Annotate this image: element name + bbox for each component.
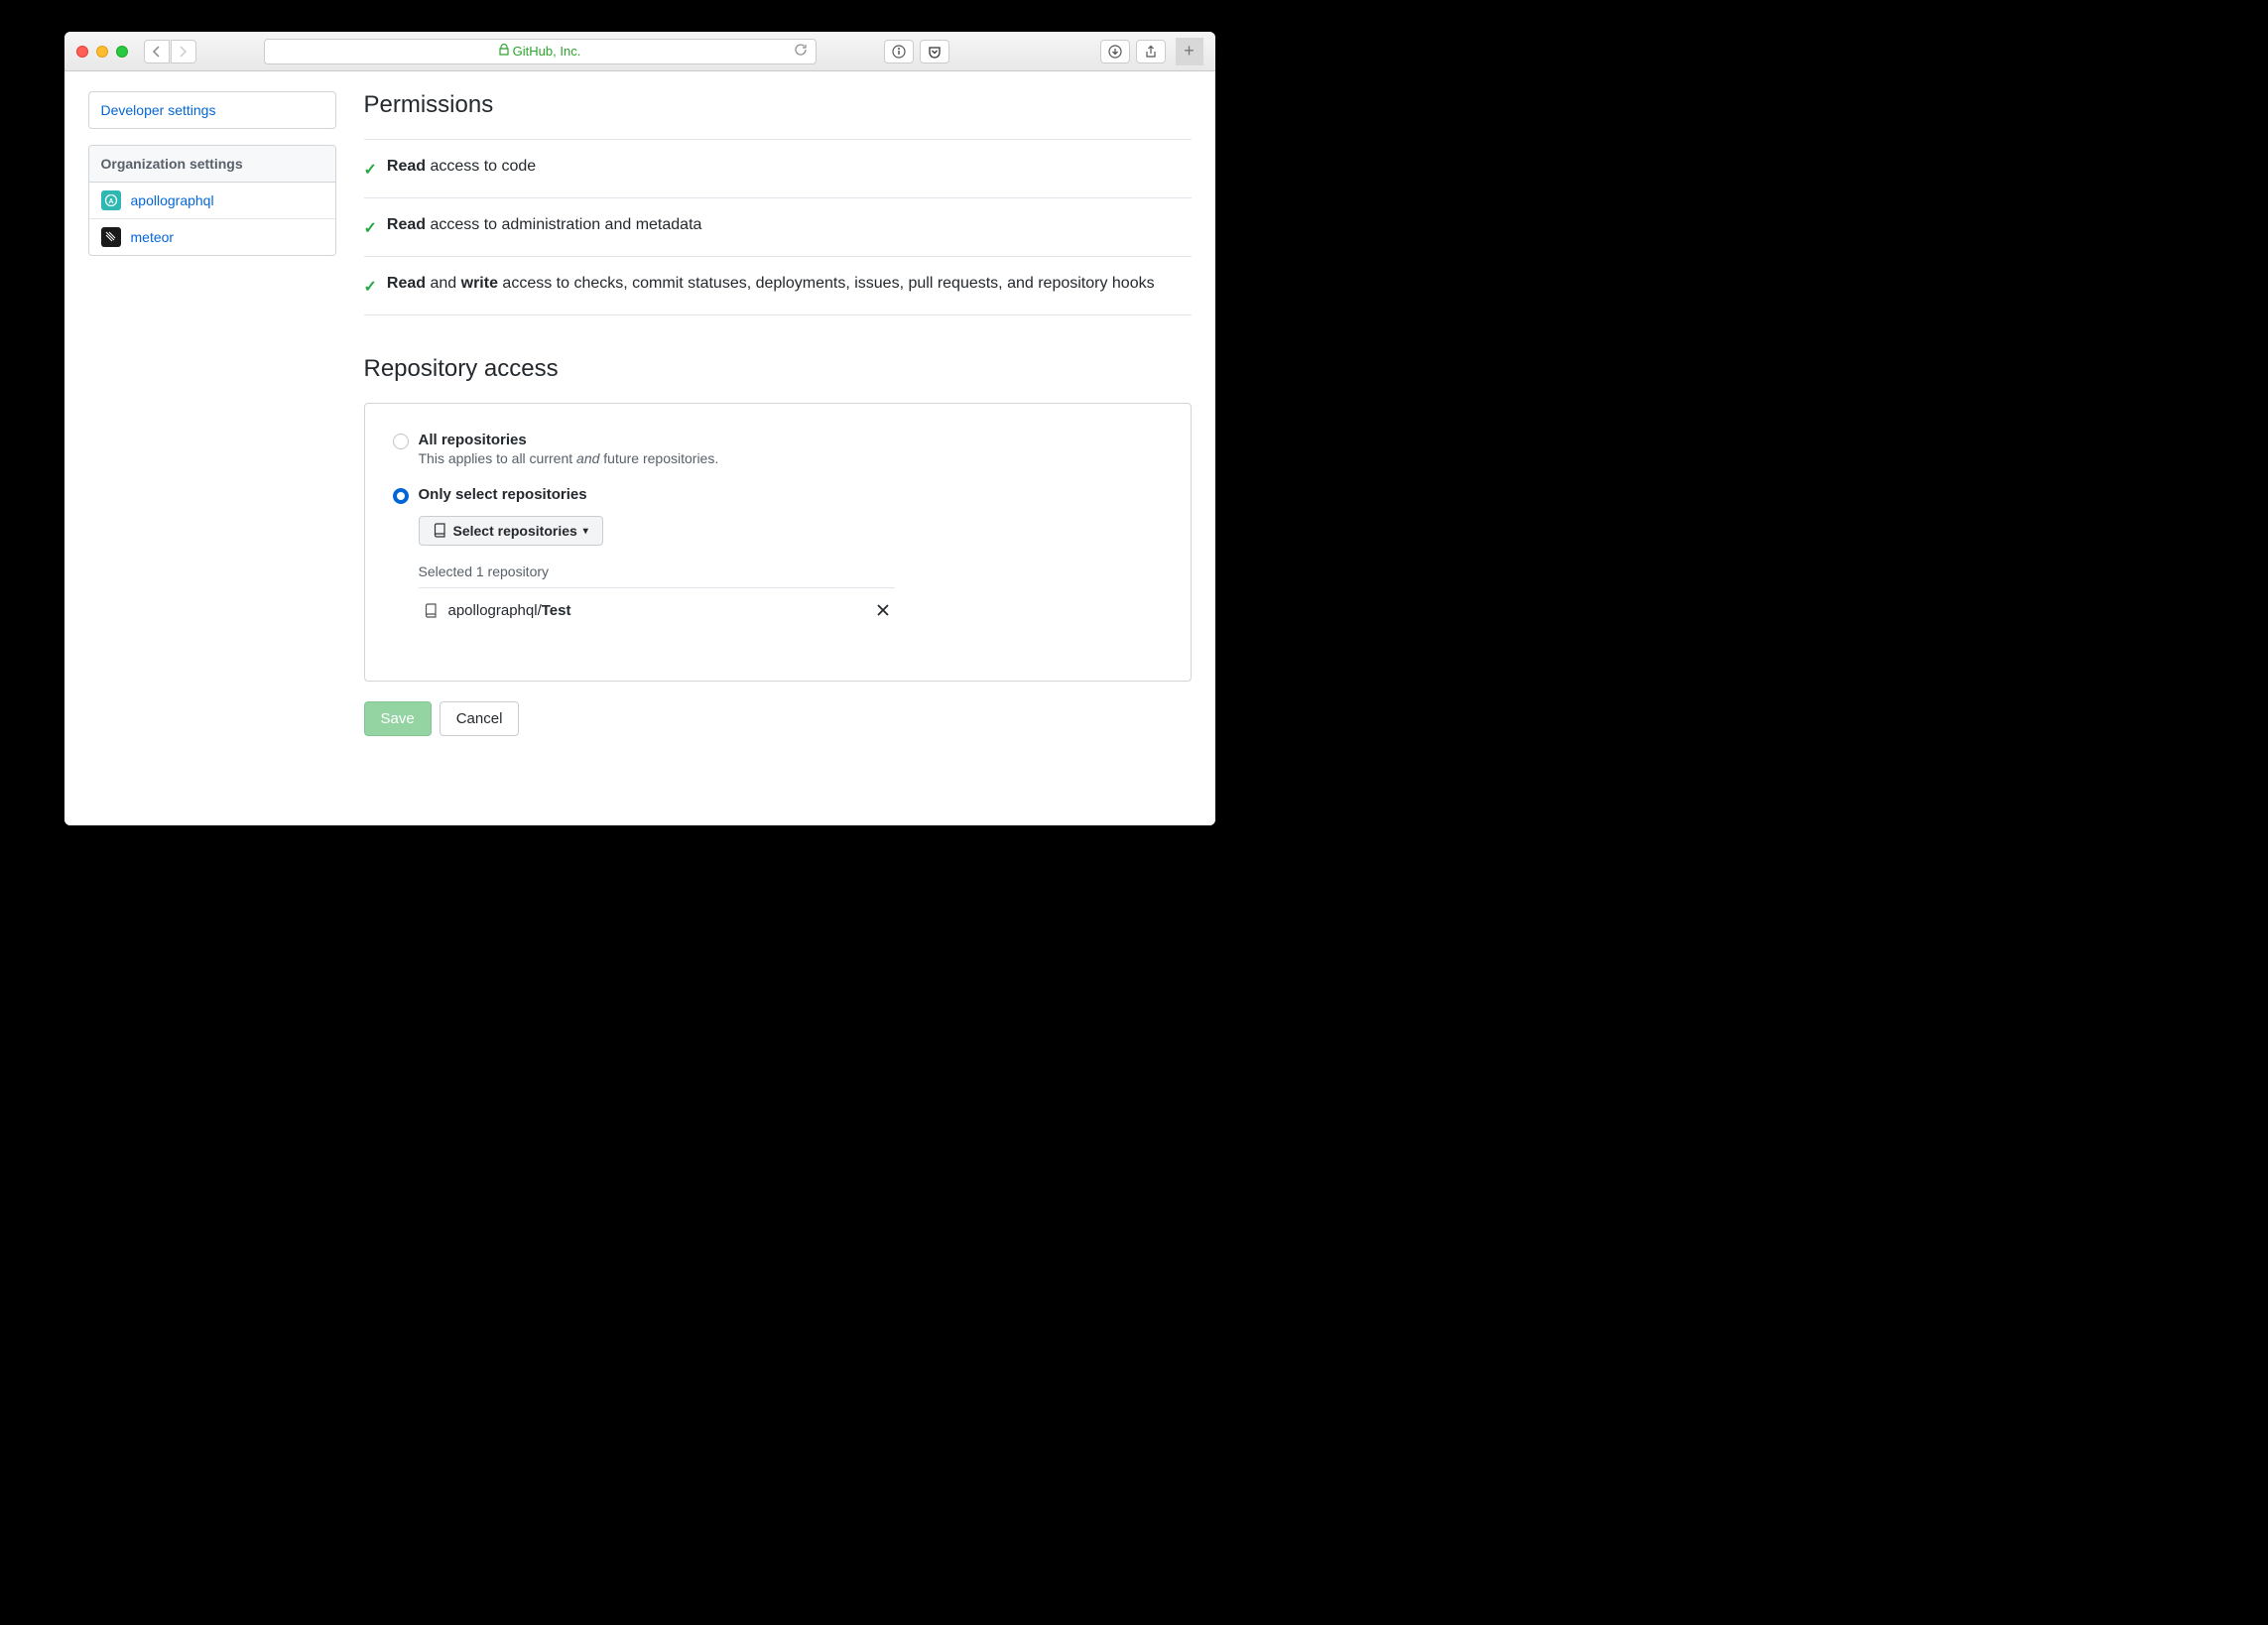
back-button[interactable]	[144, 40, 170, 63]
permission-text: Read access to code	[387, 158, 536, 176]
select-button-label: Select repositories	[453, 523, 577, 539]
share-button[interactable]	[1136, 40, 1166, 63]
permission-text: Read access to administration and metada…	[387, 216, 702, 234]
radio-input[interactable]	[393, 488, 409, 504]
check-icon: ✓	[364, 277, 377, 297]
radio-label: All repositories	[419, 432, 719, 448]
reload-button[interactable]	[794, 43, 808, 60]
sidebar: Developer settings Organization settings…	[88, 91, 336, 786]
permissions-heading: Permissions	[364, 91, 1192, 127]
reader-button[interactable]	[884, 40, 914, 63]
org-item-apollographql[interactable]: A apollographql	[89, 183, 335, 219]
cancel-button[interactable]: Cancel	[440, 701, 520, 736]
org-settings-header: Organization settings	[89, 146, 335, 183]
permission-item: ✓ Read access to code	[364, 140, 1192, 198]
select-repositories-button[interactable]: Select repositories ▾	[419, 516, 603, 546]
share-icon	[1144, 45, 1158, 59]
permissions-list: ✓ Read access to code ✓ Read access to a…	[364, 139, 1192, 315]
selected-repo-list: apollographql/Test	[419, 587, 895, 633]
avatar: A	[101, 190, 121, 210]
pocket-icon	[928, 45, 942, 59]
info-icon	[892, 45, 906, 59]
permission-item: ✓ Read and write access to checks, commi…	[364, 257, 1192, 315]
browser-chrome: GitHub, Inc. +	[64, 32, 1215, 71]
permission-text: Read and write access to checks, commit …	[387, 275, 1155, 293]
apollo-icon: A	[104, 193, 118, 207]
save-button[interactable]: Save	[364, 701, 432, 736]
meteor-icon	[104, 230, 118, 244]
address-bar[interactable]: GitHub, Inc.	[264, 39, 817, 64]
radio-select-repos[interactable]: Only select repositories Select reposito…	[393, 486, 1163, 633]
svg-text:A: A	[108, 198, 113, 205]
org-settings-box: Organization settings A apollographql me…	[88, 145, 336, 256]
forward-button[interactable]	[171, 40, 196, 63]
page-content: Developer settings Organization settings…	[64, 71, 1215, 825]
traffic-lights	[76, 46, 128, 58]
lock-icon	[499, 44, 509, 59]
main-content: Permissions ✓ Read access to code ✓ Read…	[364, 91, 1192, 786]
check-icon: ✓	[364, 218, 377, 238]
maximize-window-button[interactable]	[116, 46, 128, 58]
developer-settings-link[interactable]: Developer settings	[89, 92, 335, 128]
downloads-button[interactable]	[1100, 40, 1130, 63]
org-item-meteor[interactable]: meteor	[89, 219, 335, 255]
check-icon: ✓	[364, 160, 377, 180]
form-buttons: Save Cancel	[364, 701, 1192, 736]
chevron-right-icon	[179, 46, 188, 58]
repo-access-box: All repositories This applies to all cur…	[364, 403, 1192, 682]
org-name: meteor	[131, 229, 175, 245]
pocket-button[interactable]	[920, 40, 949, 63]
org-name: apollographql	[131, 192, 214, 208]
repo-icon	[425, 603, 439, 619]
repo-icon	[434, 523, 447, 539]
radio-description: This applies to all current and future r…	[419, 450, 719, 466]
address-text: GitHub, Inc.	[513, 44, 581, 59]
radio-all-repos[interactable]: All repositories This applies to all cur…	[393, 432, 1163, 466]
reload-icon	[794, 43, 808, 57]
radio-label: Only select repositories	[419, 486, 587, 503]
browser-window: GitHub, Inc. +	[64, 32, 1215, 825]
plus-icon: +	[1184, 41, 1195, 62]
selected-count-text: Selected 1 repository	[419, 563, 1163, 579]
nav-buttons	[144, 40, 196, 63]
download-icon	[1108, 45, 1122, 59]
minimize-window-button[interactable]	[96, 46, 108, 58]
repo-full-name: apollographql/Test	[448, 602, 571, 619]
selected-repo-item: apollographql/Test	[419, 588, 895, 633]
toolbar-right: +	[884, 38, 1203, 65]
close-icon	[877, 604, 889, 616]
remove-repo-button[interactable]	[877, 600, 889, 621]
new-tab-button[interactable]: +	[1176, 38, 1203, 65]
repo-access-heading: Repository access	[364, 355, 1192, 391]
avatar	[101, 227, 121, 247]
chevron-left-icon	[152, 46, 161, 58]
caret-down-icon: ▾	[583, 526, 588, 537]
permission-item: ✓ Read access to administration and meta…	[364, 198, 1192, 257]
dev-settings-box: Developer settings	[88, 91, 336, 129]
close-window-button[interactable]	[76, 46, 88, 58]
radio-input[interactable]	[393, 434, 409, 449]
